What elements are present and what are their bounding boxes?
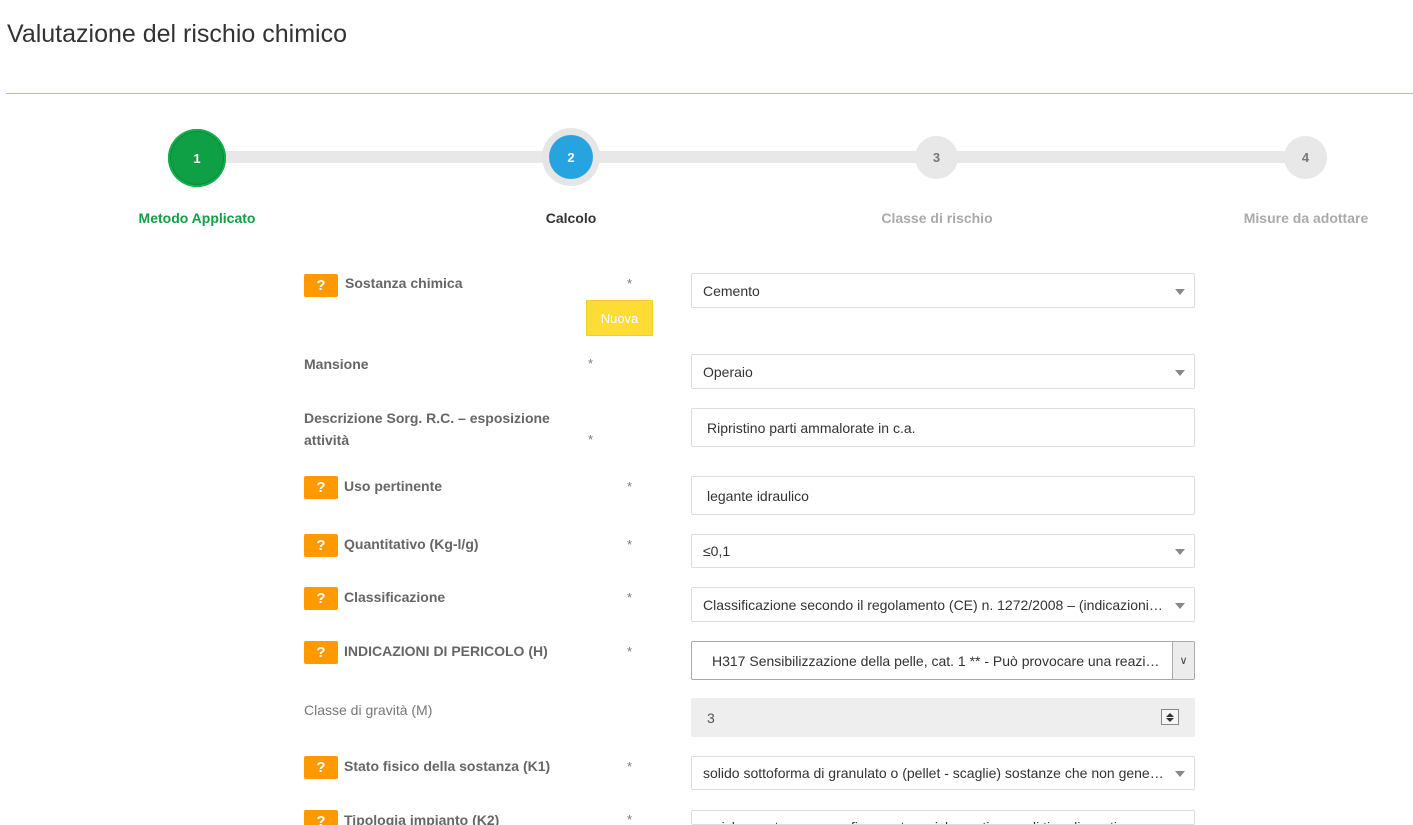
indicazioni-select[interactable]: H317 Sensibilizzazione della pelle, cat.… [691,641,1195,680]
wizard-step-4-number: 4 [1301,150,1310,165]
page-title: Valutazione del rischio chimico [7,20,347,48]
gravita-label: Classe di gravità (M) [304,702,433,718]
wizard-step-1[interactable]: 1 [168,129,226,187]
classificazione-help-button[interactable]: ? [304,587,338,610]
indicazioni-label: INDICAZIONI DI PERICOLO (H) [344,643,548,659]
indicazioni-help-button[interactable]: ? [304,641,338,664]
tipologia-help-button[interactable]: ? [304,810,338,825]
chevron-down-icon [1175,549,1185,555]
sostanza-help-button[interactable]: ? [304,274,338,297]
indicazioni-required-mark: * [627,644,633,659]
uso-value: legante idraulico [707,487,809,504]
chevron-down-icon [1175,771,1185,777]
classificazione-required-mark: * [627,590,633,605]
uso-label: Uso pertinente [344,478,443,494]
tipologia-value: a ciclo aperto o con confinamento a cicl… [692,811,1170,824]
wizard-step-2[interactable]: 2 [542,128,600,186]
mansione-label: Mansione [304,356,369,372]
wizard-step-3[interactable]: 3 [915,136,958,179]
wizard-step-4[interactable]: 4 [1284,136,1327,179]
descrizione-required-mark: * [588,432,594,447]
quantitativo-required-mark: * [627,537,633,552]
tipologia-select[interactable]: a ciclo aperto o con confinamento a cicl… [691,810,1195,825]
stato-fisico-help-button[interactable]: ? [304,756,338,779]
wizard-step-1-label[interactable]: Metodo Applicato [139,210,256,226]
sostanza-required-mark: * [627,276,633,291]
descrizione-label: Descrizione Sorg. R.C. – esposizione att… [304,410,550,448]
stato-fisico-required-mark: * [627,759,633,774]
classificazione-label: Classificazione [344,589,446,605]
uso-input[interactable]: legante idraulico [691,476,1195,515]
number-spinner-icon [1161,709,1179,725]
uso-help-button[interactable]: ? [304,476,338,499]
page: Valutazione del rischio chimico 1 2 3 4 … [0,0,1413,825]
wizard-step-3-number: 3 [932,150,941,165]
sostanza-select[interactable]: Cemento [691,273,1195,308]
chevron-down-icon [1175,602,1185,609]
stato-fisico-value: solido sottoforma di granulato o (pellet… [703,765,1194,781]
gravita-value: 3 [707,709,715,726]
gravita-number-input: 3 [691,698,1195,737]
tipologia-label: Tipologia impianto (K2) [344,812,500,825]
chevron-down-icon[interactable]: ∨ [1172,642,1194,679]
wizard-step-1-number: 1 [193,150,201,166]
uso-required-mark: * [627,479,633,494]
classificazione-select[interactable]: Classificazione secondo il regolamento (… [691,587,1195,622]
quantitativo-select[interactable]: ≤0,1 [691,534,1195,568]
mansione-required-mark: * [588,356,594,371]
tipologia-required-mark: * [627,812,633,825]
quantitativo-help-button[interactable]: ? [304,534,338,557]
wizard-step-2-inner: 2 [549,135,593,179]
wizard-progress-track [196,151,1306,163]
wizard-step-2-label[interactable]: Calcolo [546,210,597,226]
descrizione-input[interactable]: Ripristino parti ammalorate in c.a. [691,408,1195,447]
mansione-value: Operaio [703,363,753,380]
stato-fisico-select[interactable]: solido sottoforma di granulato o (pellet… [691,756,1195,790]
classificazione-value: Classificazione secondo il regolamento (… [703,596,1194,613]
sostanza-label: Sostanza chimica [345,275,463,291]
quantitativo-label: Quantitativo (Kg-l/g) [344,536,479,552]
chevron-down-icon [1175,288,1185,295]
indicazioni-value: H317 Sensibilizzazione della pelle, cat.… [712,652,1194,669]
wizard-step-4-label[interactable]: Misure da adottare [1244,210,1368,226]
wizard-step-3-label[interactable]: Classe di rischio [881,210,992,226]
title-divider [6,93,1413,94]
mansione-select[interactable]: Operaio [691,354,1195,389]
chevron-down-icon [1175,369,1185,376]
wizard-step-2-number: 2 [567,149,575,165]
quantitativo-value: ≤0,1 [703,543,731,559]
descrizione-value: Ripristino parti ammalorate in c.a. [707,419,916,436]
sostanza-value: Cemento [703,282,760,299]
nuova-button[interactable]: Nuova [586,300,653,336]
stato-fisico-label: Stato fisico della sostanza (K1) [344,758,551,774]
